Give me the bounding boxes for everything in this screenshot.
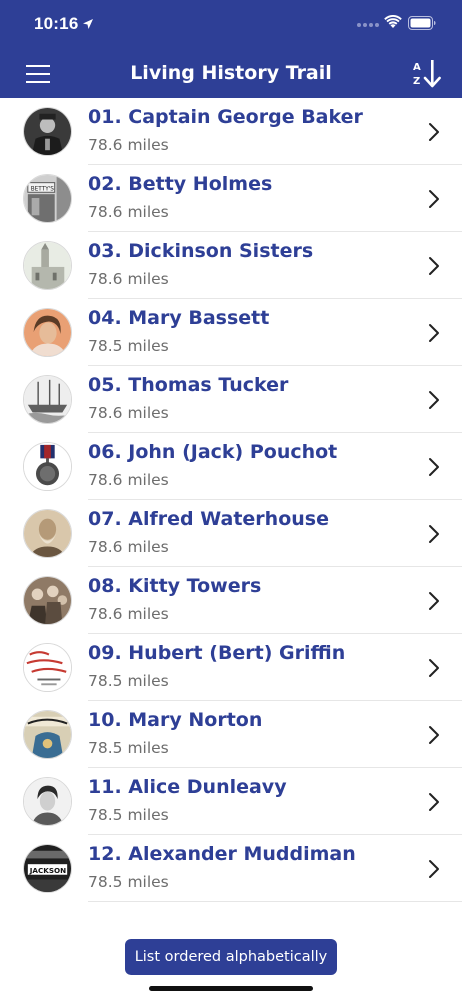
list-item[interactable]: BETTY'S 02. Betty Holmes 78.6 miles bbox=[0, 165, 462, 232]
chevron-right-icon bbox=[429, 860, 439, 878]
medal-image bbox=[23, 442, 72, 491]
the-borrowers-book-cover-image bbox=[23, 710, 72, 759]
item-title: 12. Alexander Muddiman bbox=[88, 843, 356, 865]
mary-bassett-portrait-image bbox=[23, 308, 72, 357]
chevron-right-icon bbox=[429, 257, 439, 275]
item-title: 07. Alfred Waterhouse bbox=[88, 508, 329, 530]
item-distance: 78.5 miles bbox=[88, 739, 169, 757]
list-item[interactable]: JACKSON 12. Alexander Muddiman 78.5 mile… bbox=[0, 835, 462, 902]
list-item[interactable]: 11. Alice Dunleavy 78.5 miles bbox=[0, 768, 462, 835]
item-distance: 78.6 miles bbox=[88, 203, 169, 221]
item-title: 06. John (Jack) Pouchot bbox=[88, 441, 338, 463]
list-item[interactable]: 08. Kitty Towers 78.6 miles bbox=[0, 567, 462, 634]
item-distance: 78.6 miles bbox=[88, 471, 169, 489]
item-distance: 78.6 miles bbox=[88, 404, 169, 422]
item-title: 11. Alice Dunleavy bbox=[88, 776, 287, 798]
list-item[interactable]: 10. Mary Norton 78.5 miles bbox=[0, 701, 462, 768]
chevron-right-icon bbox=[429, 190, 439, 208]
item-title: 03. Dickinson Sisters bbox=[88, 240, 314, 262]
status-time: 10:16 bbox=[34, 14, 79, 33]
item-title: 04. Mary Bassett bbox=[88, 307, 270, 329]
item-distance: 78.5 miles bbox=[88, 806, 169, 824]
chevron-right-icon bbox=[429, 726, 439, 744]
list-item[interactable]: 04. Mary Bassett 78.5 miles bbox=[0, 299, 462, 366]
item-title: 08. Kitty Towers bbox=[88, 575, 262, 597]
list-item[interactable]: 09. Hubert (Bert) Griffin 78.5 miles bbox=[0, 634, 462, 701]
ship-illustration-image bbox=[23, 375, 72, 424]
item-title: 02. Betty Holmes bbox=[88, 173, 273, 195]
status-bar: 10:16 bbox=[0, 0, 462, 50]
alice-dunleavy-portrait-image bbox=[23, 777, 72, 826]
cellular-signal-icon bbox=[357, 23, 379, 27]
location-arrow-icon bbox=[83, 19, 93, 29]
app-header: 10:16 Living History Trail A Z bbox=[0, 0, 462, 98]
sort-status-toast: List ordered alphabetically bbox=[125, 939, 337, 975]
trail-list: 01. Captain George Baker 78.6 miles BETT… bbox=[0, 98, 462, 902]
list-item[interactable]: 03. Dickinson Sisters 78.6 miles bbox=[0, 232, 462, 299]
list-item[interactable]: 06. John (Jack) Pouchot 78.6 miles bbox=[0, 433, 462, 500]
kitty-towers-group-photo-image bbox=[23, 576, 72, 625]
chevron-right-icon bbox=[429, 793, 439, 811]
send-snapshot-postcard-image bbox=[23, 643, 72, 692]
item-distance: 78.5 miles bbox=[88, 873, 169, 891]
alfred-waterhouse-portrait-image bbox=[23, 509, 72, 558]
svg-text:JACKSON: JACKSON bbox=[29, 866, 66, 875]
jackson-shop-sign-image: JACKSON bbox=[23, 844, 72, 893]
list-item[interactable]: 07. Alfred Waterhouse 78.6 miles bbox=[0, 500, 462, 567]
wifi-icon bbox=[384, 15, 402, 28]
chevron-right-icon bbox=[429, 525, 439, 543]
list-item[interactable]: 05. Thomas Tucker 78.6 miles bbox=[0, 366, 462, 433]
sort-alpha-icon[interactable]: A Z bbox=[410, 58, 444, 90]
page-title: Living History Trail bbox=[130, 62, 332, 84]
item-title: 01. Captain George Baker bbox=[88, 106, 363, 128]
church-image bbox=[23, 241, 72, 290]
item-title: 05. Thomas Tucker bbox=[88, 374, 289, 396]
item-distance: 78.6 miles bbox=[88, 538, 169, 556]
bettys-shopfront-image: BETTY'S bbox=[23, 174, 72, 223]
item-title: 09. Hubert (Bert) Griffin bbox=[88, 642, 346, 664]
item-distance: 78.6 miles bbox=[88, 270, 169, 288]
item-distance: 78.6 miles bbox=[88, 605, 169, 623]
item-distance: 78.5 miles bbox=[88, 337, 169, 355]
chevron-right-icon bbox=[429, 324, 439, 342]
chevron-right-icon bbox=[429, 659, 439, 677]
svg-text:Z: Z bbox=[413, 76, 420, 87]
captain-baker-portrait-image bbox=[23, 107, 72, 156]
chevron-right-icon bbox=[429, 391, 439, 409]
chevron-right-icon bbox=[429, 123, 439, 141]
svg-text:A: A bbox=[413, 62, 421, 73]
svg-text:BETTY'S: BETTY'S bbox=[31, 186, 55, 192]
battery-icon bbox=[408, 16, 436, 30]
nav-bar: Living History Trail A Z bbox=[0, 50, 462, 98]
item-distance: 78.5 miles bbox=[88, 672, 169, 690]
chevron-right-icon bbox=[429, 458, 439, 476]
item-distance: 78.6 miles bbox=[88, 136, 169, 154]
home-indicator[interactable] bbox=[149, 986, 313, 991]
item-title: 10. Mary Norton bbox=[88, 709, 263, 731]
chevron-right-icon bbox=[429, 592, 439, 610]
list-item[interactable]: 01. Captain George Baker 78.6 miles bbox=[0, 98, 462, 165]
